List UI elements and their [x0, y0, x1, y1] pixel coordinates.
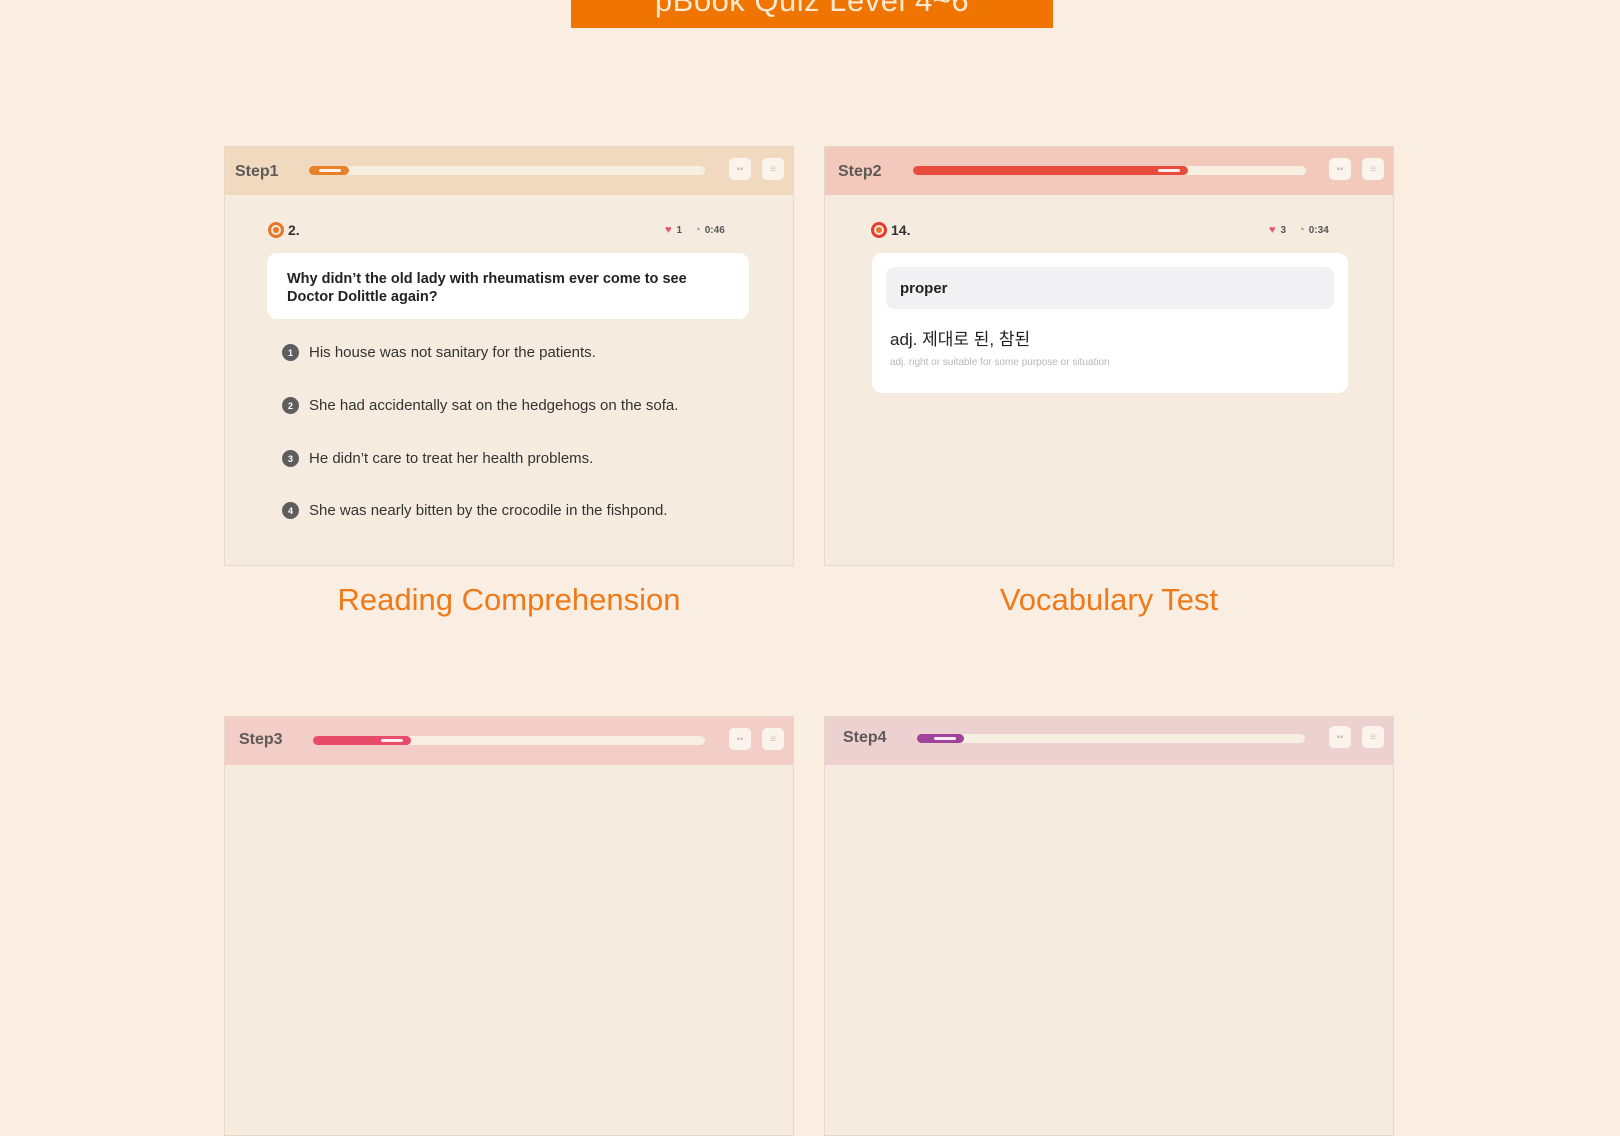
answer-option-4[interactable]: 4 She was nearly bitten by the crocodile…	[282, 502, 668, 519]
answer-text: She had accidentally sat on the hedgehog…	[309, 397, 679, 414]
answer-number: 3	[282, 450, 299, 467]
heart-icon: ♥	[1269, 224, 1276, 236]
step-label: Step4	[843, 729, 887, 746]
quiz-card-step2: Step2 ▪▪ ≡ 14. ♥ 3 ◔ 0:34 proper adj. 제대…	[824, 146, 1394, 566]
progress-bar	[917, 734, 1305, 743]
list-view-button[interactable]: ≡	[762, 728, 784, 750]
list-view-button[interactable]: ≡	[1362, 158, 1384, 180]
quiz-stats: ♥ 3 ◔ 0:34	[1269, 224, 1329, 236]
list-icon: ≡	[770, 163, 776, 175]
banner-title: pBook Quiz Level 4~6	[654, 0, 970, 18]
answer-number: 2	[282, 397, 299, 414]
grid-view-button[interactable]: ▪▪	[1329, 726, 1351, 748]
list-icon: ≡	[1370, 731, 1376, 743]
list-icon: ≡	[1370, 163, 1376, 175]
grid-icon: ▪▪	[1336, 163, 1344, 175]
progress-fill	[913, 166, 1189, 175]
question-number: 2.	[268, 222, 300, 238]
timer: 0:46	[704, 224, 725, 236]
list-view-button[interactable]: ≡	[762, 158, 784, 180]
step-label: Step1	[235, 163, 279, 180]
grid-icon: ▪▪	[736, 163, 744, 175]
card-header: Step3 ▪▪ ≡	[225, 717, 793, 765]
answer-option-1[interactable]: 1 His house was not sanitary for the pat…	[282, 344, 596, 361]
vocabulary-panel: proper adj. 제대로 된, 참된 adj. right or suit…	[872, 253, 1348, 393]
card-header: Step1 ▪▪ ≡	[225, 147, 793, 195]
answer-number: 4	[282, 502, 299, 519]
list-icon: ≡	[770, 733, 776, 745]
progress-fill	[313, 736, 411, 745]
vocab-meaning: adj. 제대로 된, 참된	[890, 330, 1031, 349]
quiz-card-step4: Step4 ▪▪ ≡	[824, 716, 1394, 1136]
page-banner: pBook Quiz Level 4~6	[571, 0, 1053, 28]
progress-fill	[309, 166, 349, 175]
question-text: Why didn’t the old lady with rheumatism …	[267, 253, 749, 319]
grid-view-button[interactable]: ▪▪	[729, 158, 751, 180]
card-header: Step2 ▪▪ ≡	[825, 147, 1393, 195]
progress-bar	[913, 166, 1306, 175]
grid-icon: ▪▪	[1336, 731, 1344, 743]
hearts-count: 1	[676, 224, 683, 236]
card-header: Step4 ▪▪ ≡	[825, 717, 1393, 765]
answer-text: She was nearly bitten by the crocodile i…	[309, 502, 668, 519]
quiz-card-step1: Step1 ▪▪ ≡ 2. ♥ 1 ◔ 0:46 Why didn’t the …	[224, 146, 794, 566]
card-caption-vocabulary: Vocabulary Test	[999, 582, 1219, 617]
progress-fill	[917, 734, 964, 743]
heart-icon: ♥	[665, 224, 672, 236]
answer-number: 1	[282, 344, 299, 361]
grid-view-button[interactable]: ▪▪	[729, 728, 751, 750]
quiz-stats: ♥ 1 ◔ 0:46	[665, 224, 725, 236]
question-number: 14.	[871, 222, 910, 238]
answer-option-3[interactable]: 3 He didn’t care to treat her health pro…	[282, 450, 593, 467]
card-caption-reading: Reading Comprehension	[337, 582, 681, 617]
list-view-button[interactable]: ≡	[1362, 726, 1384, 748]
grid-icon: ▪▪	[736, 733, 744, 745]
timer: 0:34	[1308, 224, 1329, 236]
vocab-word: proper	[886, 267, 1334, 309]
step-label: Step2	[838, 163, 882, 180]
clock-icon: ◔	[694, 224, 701, 236]
target-icon	[268, 222, 284, 238]
step-label: Step3	[239, 731, 283, 748]
quiz-card-step3: Step3 ▪▪ ≡	[224, 716, 794, 1136]
answer-text: He didn’t care to treat her health probl…	[309, 450, 594, 467]
answer-option-2[interactable]: 2 She had accidentally sat on the hedgeh…	[282, 397, 678, 414]
vocab-definition: adj. right or suitable for some purpose …	[890, 357, 1110, 368]
progress-bar	[313, 736, 705, 745]
hearts-count: 3	[1280, 224, 1287, 236]
grid-view-button[interactable]: ▪▪	[1329, 158, 1351, 180]
progress-bar	[309, 166, 705, 175]
answer-text: His house was not sanitary for the patie…	[309, 344, 596, 361]
clock-icon: ◔	[1298, 224, 1305, 236]
target-icon	[871, 222, 887, 238]
